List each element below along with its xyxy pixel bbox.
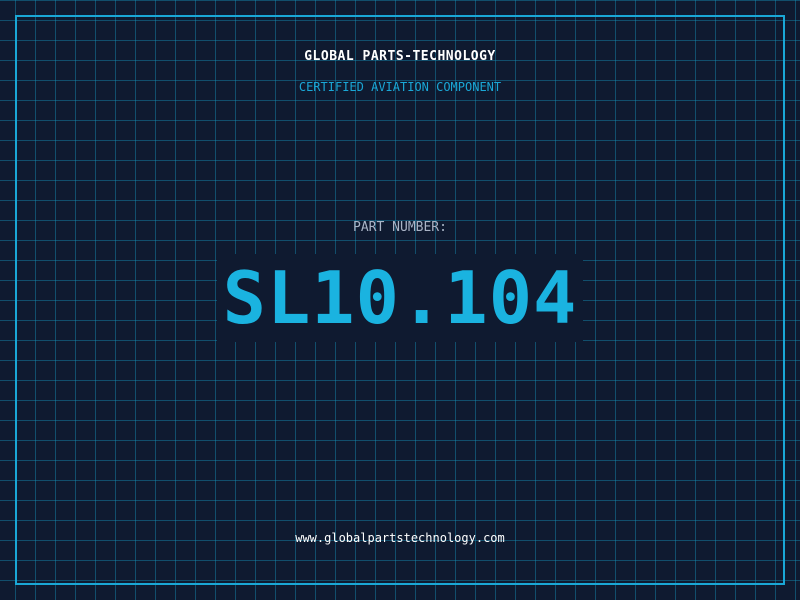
certification-tagline: CERTIFIED AVIATION COMPONENT bbox=[298, 80, 502, 94]
part-label-card: GLOBAL PARTS-TECHNOLOGY CERTIFIED AVIATI… bbox=[0, 0, 800, 600]
part-number-label: PART NUMBER: bbox=[353, 220, 447, 235]
company-name: GLOBAL PARTS-TECHNOLOGY bbox=[304, 49, 496, 64]
part-number-value: SL10.104 bbox=[218, 256, 582, 340]
part-number-container: SL10.104 bbox=[0, 256, 800, 340]
website-url: www.globalpartstechnology.com bbox=[295, 531, 505, 545]
